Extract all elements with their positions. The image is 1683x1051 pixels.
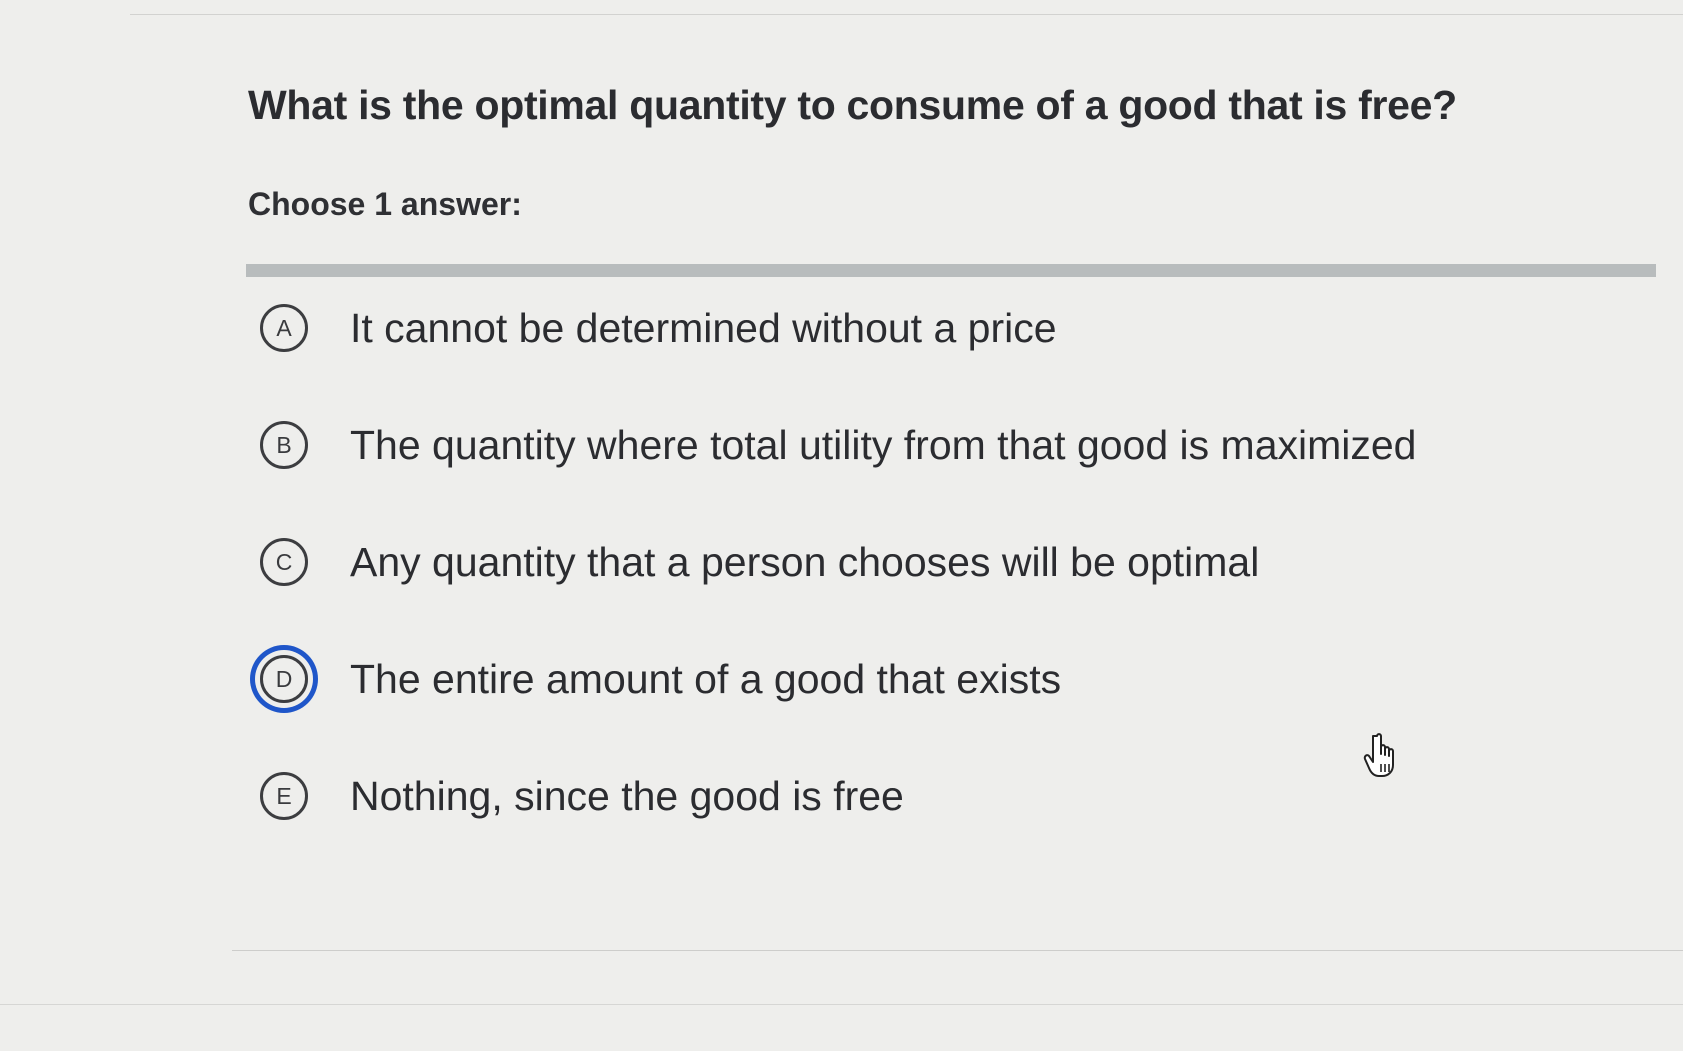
choice-b-radio[interactable]: B xyxy=(260,421,308,469)
choice-e-radio[interactable]: E xyxy=(260,772,308,820)
choice-e-text: Nothing, since the good is free xyxy=(350,773,904,819)
top-divider xyxy=(130,14,1683,15)
bottom-divider xyxy=(232,950,1683,951)
footer-divider xyxy=(0,1004,1683,1005)
choice-b[interactable]: B The quantity where total utility from … xyxy=(260,413,1660,530)
choice-c-radio[interactable]: C xyxy=(260,538,308,586)
choice-c[interactable]: C Any quantity that a person chooses wil… xyxy=(260,530,1660,647)
choice-d-radio[interactable]: D xyxy=(260,655,308,703)
hand-pointer-icon xyxy=(1363,733,1394,777)
choice-a-text: It cannot be determined without a price xyxy=(350,305,1057,351)
choice-c-text: Any quantity that a person chooses will … xyxy=(350,539,1260,585)
choice-e[interactable]: E Nothing, since the good is free xyxy=(260,764,1660,881)
choices-divider xyxy=(246,264,1656,277)
choice-d-text: The entire amount of a good that exists xyxy=(350,656,1062,702)
choice-a[interactable]: A It cannot be determined without a pric… xyxy=(260,296,1660,413)
choice-a-radio[interactable]: A xyxy=(260,304,308,352)
answer-choices: A It cannot be determined without a pric… xyxy=(260,296,1660,881)
question-text: What is the optimal quantity to consume … xyxy=(248,82,1457,128)
choice-b-text: The quantity where total utility from th… xyxy=(350,422,1417,468)
answer-instruction: Choose 1 answer: xyxy=(248,186,522,222)
choice-d[interactable]: D The entire amount of a good that exist… xyxy=(260,647,1660,764)
